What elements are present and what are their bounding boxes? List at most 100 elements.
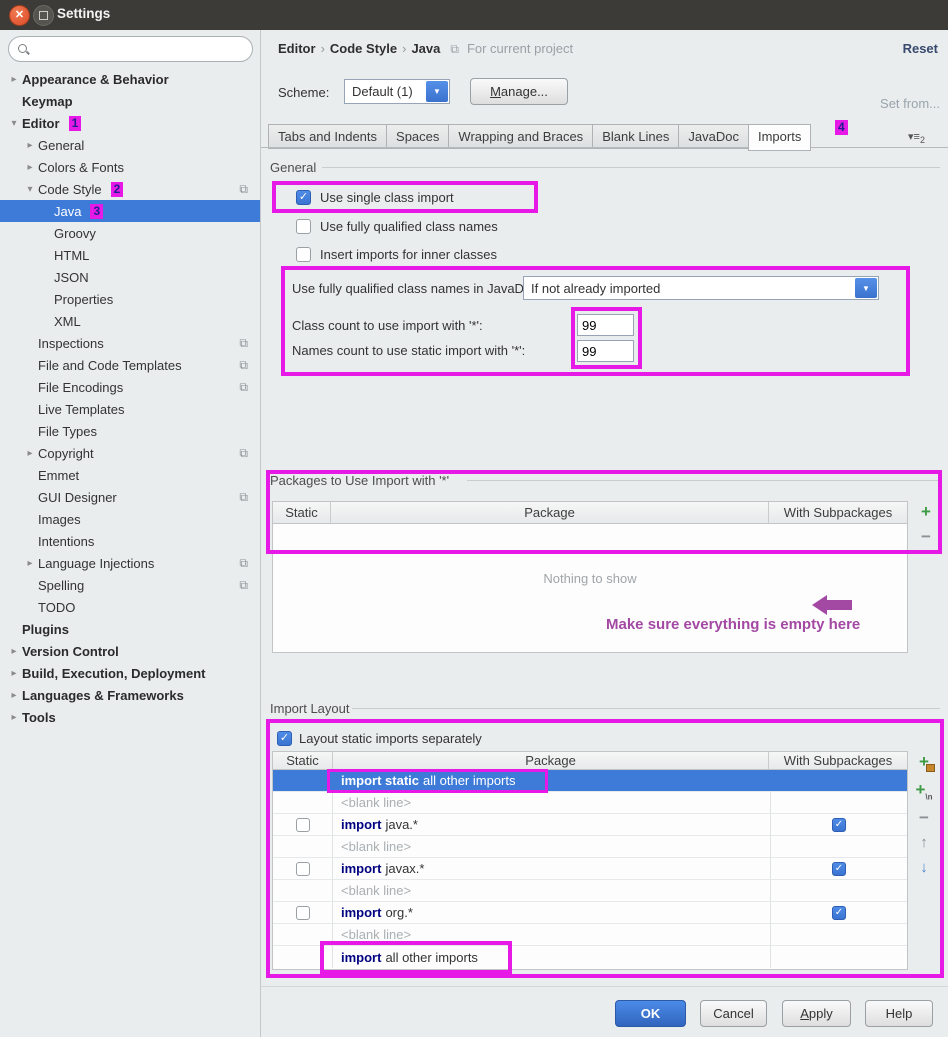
set-from-link[interactable]: Set from... [880,96,940,111]
window-close-button[interactable]: ✕ [9,5,30,26]
chevron-right-icon[interactable]: ▸ [6,646,22,657]
subpackages-checkbox[interactable]: ✓ [832,862,846,876]
packages-col-static[interactable]: Static [273,502,331,523]
reset-link[interactable]: Reset [903,41,938,56]
names-count-input[interactable] [577,340,634,362]
sidebar-item-languages-frameworks[interactable]: ▸Languages & Frameworks [0,684,260,706]
window-restore-button[interactable] [33,5,54,26]
packages-col-package[interactable]: Package [331,502,769,523]
single-class-import-label[interactable]: Use single class import [320,190,454,205]
move-up-button[interactable]: ↑ [914,834,934,854]
tab-blank-lines[interactable]: Blank Lines [592,124,678,149]
import-row-java[interactable]: importjava.* ✓ [273,814,907,836]
static-checkbox[interactable] [296,818,310,832]
chevron-down-icon[interactable]: ▾ [6,118,22,129]
tab-list-icon[interactable]: ▾≡2 [908,130,925,145]
move-down-button[interactable]: ↓ [914,859,934,879]
chevron-right-icon[interactable]: ▸ [22,448,38,459]
sidebar-item-file-encodings[interactable]: File Encodings⧉ [0,376,260,398]
cancel-button[interactable]: Cancel [700,1000,767,1027]
sidebar-item-tools[interactable]: ▸Tools [0,706,260,728]
sidebar-item-file-and-code-templates[interactable]: File and Code Templates⧉ [0,354,260,376]
import-row-org[interactable]: importorg.* ✓ [273,902,907,924]
import-row-javax[interactable]: importjavax.* ✓ [273,858,907,880]
import-row-static-all-other[interactable]: import staticall other imports [273,770,907,792]
tab-imports[interactable]: Imports [748,124,811,151]
sidebar-item-editor[interactable]: ▾Editor1 [0,112,260,134]
sidebar-item-emmet[interactable]: Emmet [0,464,260,486]
packages-col-subpackages[interactable]: With Subpackages [769,502,907,523]
sidebar-item-appearance-behavior[interactable]: ▸Appearance & Behavior [0,68,260,90]
manage-button[interactable]: Manage... [470,78,568,105]
subpackages-checkbox[interactable]: ✓ [832,818,846,832]
import-row-blank-line[interactable]: <blank line> [273,880,907,902]
import-row-blank-line[interactable]: <blank line> [273,924,907,946]
sidebar-item-version-control[interactable]: ▸Version Control [0,640,260,662]
search-input[interactable] [35,41,252,58]
sidebar-item-java[interactable]: Java3 [0,200,260,222]
sidebar-item-html[interactable]: HTML [0,244,260,266]
sidebar-item-groovy[interactable]: Groovy [0,222,260,244]
breadcrumb-editor[interactable]: Editor [278,41,316,56]
chevron-right-icon[interactable]: ▸ [6,712,22,723]
tab-javadoc[interactable]: JavaDoc [678,124,748,149]
sidebar-item-code-style[interactable]: ▾Code Style2⧉ [0,178,260,200]
subpackages-checkbox[interactable]: ✓ [832,906,846,920]
help-button[interactable]: Help [865,1000,933,1027]
import-col-package[interactable]: Package [333,752,769,769]
sidebar-item-images[interactable]: Images [0,508,260,530]
inner-classes-import-label[interactable]: Insert imports for inner classes [320,247,497,262]
tab-tabs-and-indents[interactable]: Tabs and Indents [268,124,386,149]
remove-package-button[interactable]: − [916,528,936,548]
fully-qualified-names-label[interactable]: Use fully qualified class names [320,219,498,234]
sidebar-item-copyright[interactable]: ▸Copyright⧉ [0,442,260,464]
chevron-right-icon[interactable]: ▸ [6,668,22,679]
fully-qualified-names-checkbox[interactable] [296,219,311,234]
sidebar-item-colors-fonts[interactable]: ▸Colors & Fonts [0,156,260,178]
sidebar-item-file-types[interactable]: File Types [0,420,260,442]
chevron-right-icon[interactable]: ▸ [6,74,22,85]
sidebar-item-properties[interactable]: Properties [0,288,260,310]
sidebar-item-build-execution-deployment[interactable]: ▸Build, Execution, Deployment [0,662,260,684]
chevron-down-icon[interactable]: ▼ [426,81,448,102]
scheme-dropdown[interactable]: Default (1) ▼ [344,79,450,104]
packages-table-body[interactable] [272,524,908,653]
import-row-blank-line[interactable]: <blank line> [273,836,907,858]
chevron-right-icon[interactable]: ▸ [6,690,22,701]
chevron-right-icon[interactable]: ▸ [22,162,38,173]
breadcrumb-java[interactable]: Java [411,41,440,56]
import-col-static[interactable]: Static [273,752,333,769]
add-blank-line-button[interactable]: +\n [914,781,934,801]
sidebar-item-xml[interactable]: XML [0,310,260,332]
sidebar-item-plugins[interactable]: Plugins [0,618,260,640]
static-checkbox[interactable] [296,906,310,920]
add-package-button[interactable]: + [916,503,936,523]
static-checkbox[interactable] [296,862,310,876]
class-count-input[interactable] [577,314,634,336]
single-class-import-checkbox[interactable]: ✓ [296,190,311,205]
ok-button[interactable]: OK [615,1000,686,1027]
chevron-right-icon[interactable]: ▸ [22,558,38,569]
chevron-down-icon[interactable]: ▾ [22,184,38,195]
import-row-all-other[interactable]: importall other imports [273,946,907,968]
tab-wrapping-and-braces[interactable]: Wrapping and Braces [448,124,592,149]
sidebar-item-json[interactable]: JSON [0,266,260,288]
sidebar-item-intentions[interactable]: Intentions [0,530,260,552]
inner-classes-import-checkbox[interactable] [296,247,311,262]
chevron-down-icon[interactable]: ▼ [855,278,877,298]
import-row-blank-line[interactable]: <blank line> [273,792,907,814]
layout-static-separately-checkbox[interactable]: ✓ [277,731,292,746]
import-col-subpackages[interactable]: With Subpackages [769,752,907,769]
tab-spaces[interactable]: Spaces [386,124,448,149]
add-package-row-button[interactable]: + [914,753,934,773]
sidebar-item-keymap[interactable]: Keymap [0,90,260,112]
sidebar-item-inspections[interactable]: Inspections⧉ [0,332,260,354]
settings-search-box[interactable] [8,36,253,62]
javadoc-fqn-dropdown[interactable]: If not already imported ▼ [523,276,879,300]
sidebar-item-gui-designer[interactable]: GUI Designer⧉ [0,486,260,508]
layout-static-separately-label[interactable]: Layout static imports separately [299,731,482,746]
breadcrumb-code-style[interactable]: Code Style [330,41,397,56]
chevron-right-icon[interactable]: ▸ [22,140,38,151]
sidebar-item-live-templates[interactable]: Live Templates [0,398,260,420]
sidebar-item-spelling[interactable]: Spelling⧉ [0,574,260,596]
